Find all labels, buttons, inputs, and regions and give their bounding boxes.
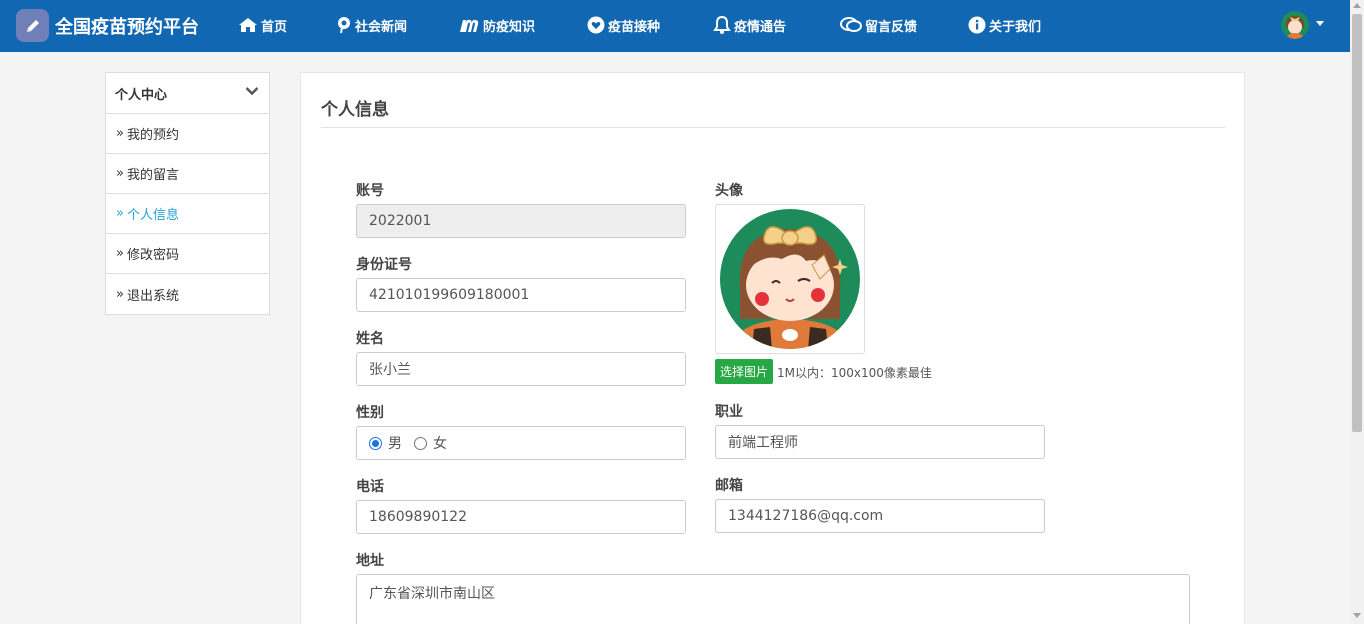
double-chevron-right-icon: »	[116, 246, 124, 261]
scrollbar[interactable]	[1350, 0, 1364, 624]
brand[interactable]: 全国疫苗预约平台	[16, 9, 199, 42]
address-textarea[interactable]: 广东省深圳市南山区	[356, 574, 1190, 624]
chat-icon	[840, 17, 862, 32]
phone-label: 电话	[356, 479, 384, 495]
bell-icon	[713, 15, 731, 34]
nav-home[interactable]: 首页	[238, 14, 287, 36]
address-value: 广东省深圳市南山区	[369, 586, 495, 602]
id-number-field[interactable]: 421010199609180001	[356, 278, 686, 312]
nav-about[interactable]: 关于我们	[968, 14, 1041, 36]
info-icon	[968, 16, 986, 34]
address-label: 地址	[356, 553, 384, 569]
avatar-hint: 1M以内：100x100像素最佳	[777, 366, 932, 380]
nav-notice-label: 疫情通告	[734, 19, 787, 35]
gender-female-radio[interactable]: 女	[414, 433, 447, 453]
nav-about-label: 关于我们	[989, 19, 1042, 35]
gender-female-label: 女	[433, 436, 447, 452]
m-icon	[460, 19, 479, 32]
profile-panel: 个人信息 账号 2022001 身份证号 421010199609180001 …	[300, 72, 1245, 624]
gender-male-radio[interactable]: 男	[369, 433, 402, 453]
double-chevron-right-icon: »	[116, 286, 124, 302]
sidebar-item-password[interactable]: » 修改密码	[106, 234, 269, 274]
id-number-label: 身份证号	[356, 257, 412, 273]
sidebar-item-label: 修改密码	[126, 248, 179, 263]
sidebar-item-appointments[interactable]: » 我的预约	[106, 114, 269, 154]
double-chevron-right-icon: »	[116, 126, 124, 141]
email-label: 邮箱	[715, 478, 743, 494]
avatar-label: 头像	[715, 183, 743, 199]
scroll-down-icon[interactable]	[1353, 613, 1361, 618]
nav-knowledge[interactable]: 防疫知识	[458, 14, 535, 36]
account-label: 账号	[356, 183, 384, 199]
caret-down-icon[interactable]	[1316, 21, 1324, 26]
sidebar-title: 个人中心	[115, 87, 168, 103]
user-avatar[interactable]	[1281, 11, 1309, 39]
double-chevron-right-icon: »	[116, 166, 124, 181]
scroll-thumb[interactable]	[1352, 14, 1362, 432]
pencil-icon	[16, 9, 49, 42]
phone-field[interactable]: 18609890122	[356, 500, 686, 534]
nav-feedback-label: 留言反馈	[865, 19, 918, 35]
heart-icon	[587, 16, 605, 34]
sidebar-item-profile[interactable]: » 个人信息	[106, 194, 269, 234]
page-title: 个人信息	[321, 100, 389, 120]
nav-home-label: 首页	[261, 19, 288, 35]
sidebar-item-label: 个人信息	[126, 208, 179, 223]
brand-title: 全国疫苗预约平台	[55, 16, 199, 38]
sidebar-item-label: 我的留言	[126, 168, 179, 183]
double-chevron-right-icon: »	[116, 206, 124, 221]
choose-image-button[interactable]: 选择图片	[715, 359, 774, 384]
nav-notice[interactable]: 疫情通告	[713, 14, 786, 36]
divider	[321, 127, 1225, 128]
radio-checked-icon	[369, 436, 382, 450]
sidebar-item-label: 退出系统	[126, 288, 179, 304]
sidebar-item-label: 我的预约	[126, 128, 179, 143]
nav-knowledge-label: 防疫知识	[483, 19, 536, 35]
email-field[interactable]: 1344127186@qq.com	[715, 499, 1045, 533]
job-label: 职业	[715, 404, 743, 420]
nav-vaccination-label: 疫苗接种	[608, 19, 661, 35]
pinterest-icon	[338, 17, 350, 34]
gender-label: 性别	[356, 405, 384, 421]
sidebar-header[interactable]: 个人中心	[106, 73, 269, 114]
gender-male-label: 男	[388, 436, 402, 452]
avatar-image	[715, 204, 865, 354]
gender-group: 男 女	[356, 426, 686, 460]
nav-news-label: 社会新闻	[355, 19, 408, 35]
top-navbar: 全国疫苗预约平台 首页 社会新闻 防疫知识 疫苗接种 疫情通告 留言反馈 关于我…	[0, 0, 1350, 52]
radio-unchecked-icon	[414, 436, 427, 450]
chevron-down-icon[interactable]	[245, 86, 259, 96]
nav-feedback[interactable]: 留言反馈	[840, 14, 917, 36]
sidebar: 个人中心 » 我的预约 » 我的留言 » 个人信息 » 修改密码 » 退出系统	[105, 72, 270, 315]
sidebar-item-messages[interactable]: » 我的留言	[106, 154, 269, 194]
name-label: 姓名	[356, 331, 384, 347]
account-field: 2022001	[356, 204, 686, 238]
job-field[interactable]: 前端工程师	[715, 425, 1045, 459]
sidebar-item-logout[interactable]: » 退出系统	[106, 274, 269, 314]
name-field[interactable]: 张小兰	[356, 352, 686, 386]
nav-vaccination[interactable]: 疫苗接种	[587, 14, 660, 36]
home-icon	[239, 18, 257, 32]
scroll-up-icon[interactable]	[1353, 3, 1361, 8]
nav-news[interactable]: 社会新闻	[336, 14, 407, 36]
